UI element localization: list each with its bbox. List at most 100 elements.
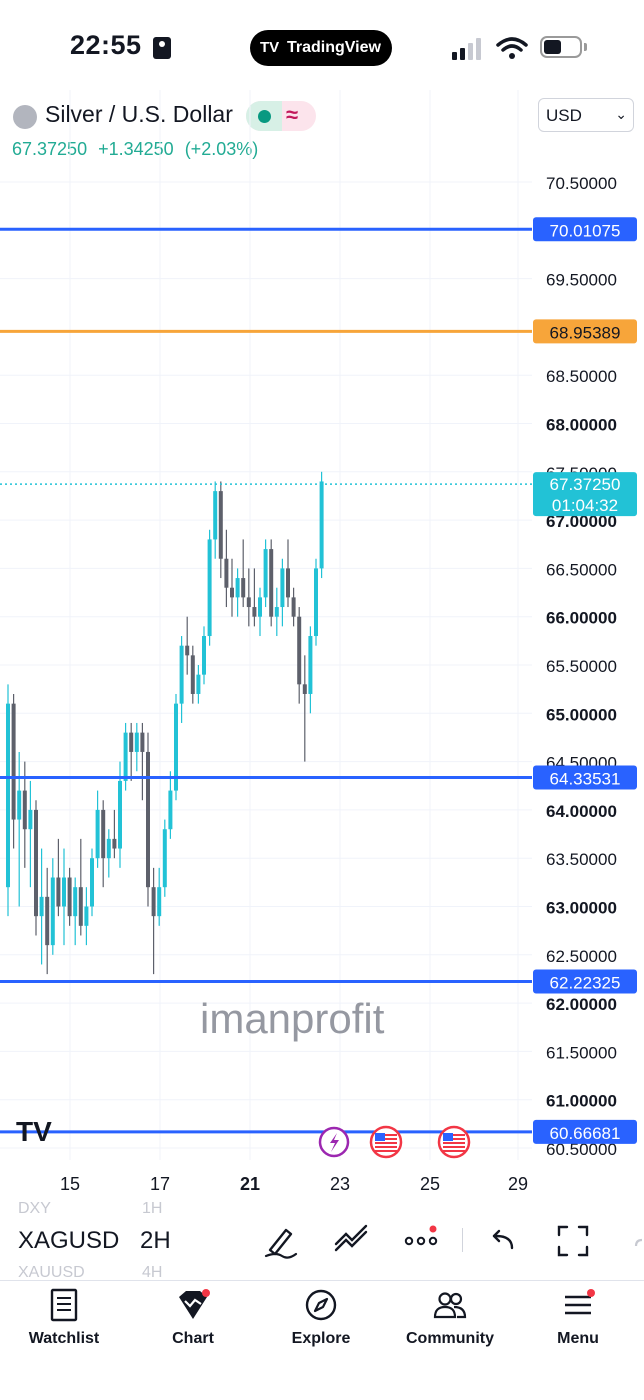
chart-notification-dot [202,1289,210,1297]
candle-body [129,732,134,752]
candle-body [73,887,78,917]
price-axis-label: 65.00000 [546,705,617,724]
nav-item-community[interactable]: Community [395,1285,505,1365]
candle-body [224,558,229,588]
candle-body [291,597,296,617]
candle-body [280,568,285,608]
candle-body [62,877,66,907]
price-axis-label: 62.50000 [546,947,617,966]
candle-body [213,491,218,540]
symbol-code[interactable]: XAGUSD [18,1227,119,1255]
candle-body [196,674,201,694]
watermark: imanprofit [200,995,385,1042]
candle-body [28,809,33,830]
candle-body [190,655,195,694]
price-axis-label: 68.00000 [546,416,617,435]
us-flag-stripe [443,1150,465,1152]
price-axis-label: 62.00000 [546,995,617,1014]
fullscreen-icon[interactable] [554,1222,592,1260]
candle-body [302,684,307,694]
candle-body [17,790,22,820]
ghost-interval-prev: 1H [142,1200,163,1217]
candle-body [101,809,106,859]
price-axis-label: 63.00000 [546,899,617,918]
candle-body [84,906,89,926]
candle-body [269,549,274,617]
us-flag-canton [375,1133,385,1141]
candle-body [123,732,128,781]
candle-body [134,732,139,752]
candle-body [235,578,240,598]
price-axis-label: 61.50000 [546,1043,617,1062]
candle-body [146,751,150,888]
date-axis-label: 25 [420,1174,440,1194]
candle-body [258,597,262,617]
candle-body [241,578,246,598]
us-flag-stripe [375,1146,397,1148]
candle-body [319,481,324,569]
more-icon[interactable] [402,1222,440,1260]
us-flag-stripe [375,1150,397,1152]
candle-body [22,790,27,830]
price-axis-label: 64.00000 [546,802,617,821]
price-line-label: 62.22325 [550,974,621,993]
price-axis-label: 68.50000 [546,367,617,386]
toolbar-divider [462,1228,463,1252]
signal-icon [452,38,486,60]
battery-tip [584,43,587,51]
trend-drawing-icon[interactable] [332,1222,370,1260]
date-axis-label: 29 [508,1174,528,1194]
app-pill-label: TradingView [287,39,381,56]
candle-body [90,858,94,907]
price-line-label: 70.01075 [550,221,621,240]
candle-body [168,790,173,830]
undo-icon[interactable] [484,1222,522,1260]
pen-icon[interactable] [262,1222,300,1260]
candle-body [6,703,10,888]
community-icon [433,1292,467,1319]
candle-body [95,809,100,859]
date-axis-label: 21 [240,1174,260,1194]
app-pill[interactable]: TV TradingView [250,30,392,66]
us-flag-stripe [375,1142,397,1144]
price-line-label: 64.33531 [550,770,621,789]
wifi-icon [496,37,528,59]
date-axis-label: 17 [150,1174,170,1194]
us-flag-stripe [443,1146,465,1148]
candle-body [218,491,223,559]
tradingview-watermark-logo: TV [16,1116,52,1147]
battery-icon [540,36,582,58]
date-axis-label: 23 [330,1174,350,1194]
candle-body [314,568,318,637]
candle-body [185,645,190,656]
interval-selector[interactable]: 2H [140,1227,171,1255]
candle-body [112,838,117,849]
candle-body [78,887,83,926]
candle-body [34,809,38,917]
candle-body [151,887,156,917]
us-flag-canton [443,1133,453,1141]
candle-body [252,607,257,617]
nav-label-community: Community [406,1330,494,1347]
candle-body [297,616,302,685]
candle-body [39,896,44,917]
nav-label-watchlist: Watchlist [28,1330,100,1347]
nav-item-watchlist[interactable]: Watchlist [9,1285,119,1365]
price-axis-label: 61.00000 [546,1092,617,1111]
candle-body [106,838,111,859]
partial-tool-icon[interactable] [626,1222,644,1260]
status-time: 22:55 [70,30,142,60]
price-line-label: 60.66681 [550,1124,621,1143]
menu-notification-dot [587,1289,595,1297]
candle-body [67,877,72,917]
candle-body [263,549,268,598]
compass-icon [305,1289,337,1321]
price-axis-label: 66.50000 [546,560,617,579]
nav-item-menu[interactable]: Menu [523,1285,633,1365]
nav-item-chart[interactable]: Chart [138,1285,248,1365]
price-axis-label: 69.50000 [546,271,617,290]
nav-item-explore[interactable]: Explore [266,1285,376,1365]
candle-body [45,896,50,946]
nav-divider [0,1280,644,1281]
candle-body [56,877,61,907]
